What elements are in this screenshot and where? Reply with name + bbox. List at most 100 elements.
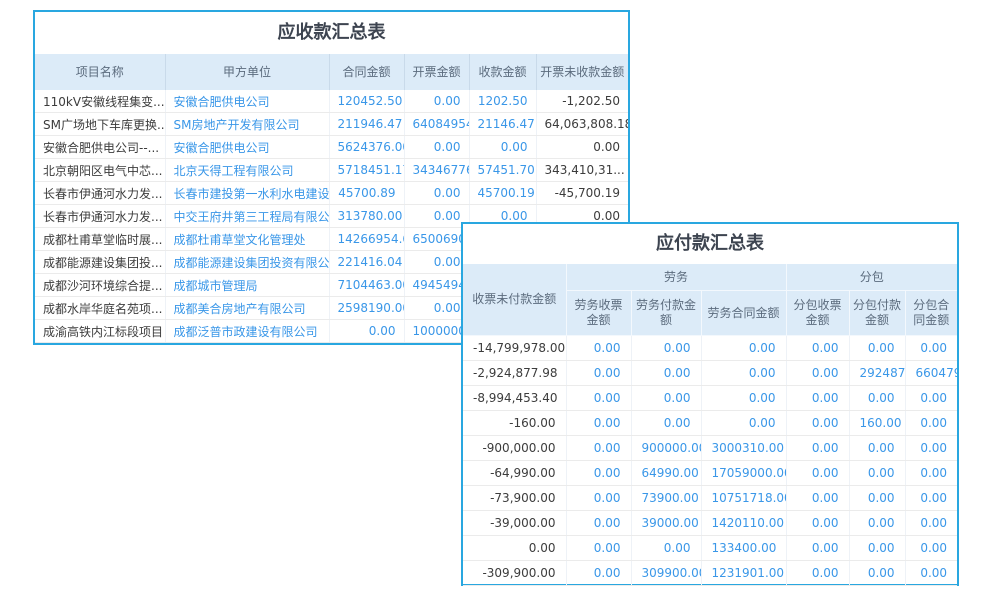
project-name-cell: 安徽合肥供电公司--...	[35, 136, 165, 159]
labor-invoice-cell: 0.00	[566, 536, 631, 561]
header-subcontract-contract-amount: 分包合同金额	[905, 291, 957, 336]
client-name-link[interactable]: 安徽合肥供电公司	[165, 136, 329, 159]
receivables-title: 应收款汇总表	[35, 12, 628, 54]
table-row: 110kV安徽线程集变...安徽合肥供电公司120452.500.001202.…	[35, 90, 628, 113]
client-name-link[interactable]: 成都美合房地产有限公司	[165, 297, 329, 320]
client-name-link[interactable]: 成都泛普市政建设有限公司	[165, 320, 329, 343]
contract-amount-cell: 5624376.00	[329, 136, 404, 159]
subcontract-payment-cell: 0.00	[849, 561, 905, 586]
received-amount-cell: 57451.70	[469, 159, 536, 182]
subcontract-contract-cell: 0.00	[905, 411, 957, 436]
subcontract-payment-cell: 2924877	[849, 361, 905, 386]
contract-amount-cell: 211946.47	[329, 113, 404, 136]
labor-contract-cell: 0.00	[701, 361, 786, 386]
invoiced-unreceived-cell: -45,700.19	[536, 182, 628, 205]
labor-invoice-cell: 0.00	[566, 461, 631, 486]
payables-table-body: -14,799,978.000.000.000.000.000.000.00-2…	[463, 336, 957, 586]
labor-invoice-cell: 0.00	[566, 511, 631, 536]
labor-contract-cell: 0.00	[701, 336, 786, 361]
payables-summary-panel: 应付款汇总表 收票未付款金额 劳务 分包 劳务收票金额 劳务付款金额 劳务合同金…	[461, 222, 959, 586]
labor-invoice-cell: 0.00	[566, 336, 631, 361]
client-name-link[interactable]: 北京天得工程有限公司	[165, 159, 329, 182]
labor-payment-cell: 39000.00	[631, 511, 701, 536]
header-labor-payment-amount: 劳务付款金额	[631, 291, 701, 336]
header-subcontract-invoice-amount: 分包收票金额	[786, 291, 849, 336]
labor-payment-cell: 0.00	[631, 336, 701, 361]
subcontract-invoice-cell: 0.00	[786, 486, 849, 511]
invoiced-amount-cell: 49454945.	[404, 274, 469, 297]
table-row: -14,799,978.000.000.000.000.000.000.00	[463, 336, 957, 361]
contract-amount-cell: 7104463.00	[329, 274, 404, 297]
header-invoiced-amount: 开票金额	[404, 54, 469, 90]
table-row: 0.000.000.00133400.000.000.000.00	[463, 536, 957, 561]
table-row: 安徽合肥供电公司--...安徽合肥供电公司5624376.000.000.000…	[35, 136, 628, 159]
table-row: -8,994,453.400.000.000.000.000.000.00	[463, 386, 957, 411]
client-name-link[interactable]: 成都能源建设集团投资有限公司	[165, 251, 329, 274]
header-contract-amount: 合同金额	[329, 54, 404, 90]
subcontract-contract-cell: 0.00	[905, 336, 957, 361]
client-name-link[interactable]: 安徽合肥供电公司	[165, 90, 329, 113]
header-group-labor: 劳务	[566, 264, 786, 291]
subcontract-contract-cell: 0.00	[905, 536, 957, 561]
table-row: -309,900.000.00309900.001231901.000.000.…	[463, 561, 957, 586]
client-name-link[interactable]: 成都杜甫草堂文化管理处	[165, 228, 329, 251]
unpaid-invoice-amount-cell: -39,000.00	[463, 511, 566, 536]
contract-amount-cell: 313780.00	[329, 205, 404, 228]
subcontract-invoice-cell: 0.00	[786, 536, 849, 561]
table-row: -160.000.000.000.000.00160.000.00	[463, 411, 957, 436]
client-name-link[interactable]: 长春市建投第一水利水电建设有限	[165, 182, 329, 205]
project-name-cell: 成都水岸华庭名苑项...	[35, 297, 165, 320]
project-name-cell: 成都沙河环境综合提...	[35, 274, 165, 297]
subcontract-invoice-cell: 0.00	[786, 561, 849, 586]
labor-contract-cell: 1420110.00	[701, 511, 786, 536]
header-received-amount: 收款金额	[469, 54, 536, 90]
invoiced-amount-cell: 0.00	[404, 251, 469, 274]
subcontract-invoice-cell: 0.00	[786, 461, 849, 486]
table-row: -2,924,877.980.000.000.000.0029248776604…	[463, 361, 957, 386]
subcontract-contract-cell: 0.00	[905, 436, 957, 461]
subcontract-payment-cell: 0.00	[849, 436, 905, 461]
subcontract-contract-cell: 0.00	[905, 486, 957, 511]
received-amount-cell: 21146.47	[469, 113, 536, 136]
invoiced-unreceived-cell: 343,410,31...	[536, 159, 628, 182]
subcontract-contract-cell: 0.00	[905, 461, 957, 486]
table-row: -39,000.000.0039000.001420110.000.000.00…	[463, 511, 957, 536]
contract-amount-cell: 2598190.00	[329, 297, 404, 320]
header-subcontract-payment-amount: 分包付款金额	[849, 291, 905, 336]
invoiced-amount-cell: 0.00	[404, 136, 469, 159]
invoiced-amount-cell: 0.00	[404, 205, 469, 228]
project-name-cell: 110kV安徽线程集变...	[35, 90, 165, 113]
subcontract-invoice-cell: 0.00	[786, 511, 849, 536]
subcontract-contract-cell: 0.00	[905, 511, 957, 536]
invoiced-amount-cell: 10000000.	[404, 320, 469, 343]
project-name-cell: 长春市伊通河水力发...	[35, 182, 165, 205]
client-name-link[interactable]: 中交王府井第三工程局有限公司	[165, 205, 329, 228]
labor-invoice-cell: 0.00	[566, 561, 631, 586]
contract-amount-cell: 0.00	[329, 320, 404, 343]
subcontract-payment-cell: 0.00	[849, 336, 905, 361]
invoiced-amount-cell: 65006909.	[404, 228, 469, 251]
contract-amount-cell: 14266954.67	[329, 228, 404, 251]
labor-payment-cell: 309900.00	[631, 561, 701, 586]
invoiced-unreceived-cell: 64,063,808.18	[536, 113, 628, 136]
table-row: -900,000.000.00900000.003000310.000.000.…	[463, 436, 957, 461]
subcontract-invoice-cell: 0.00	[786, 361, 849, 386]
payables-table: 收票未付款金额 劳务 分包 劳务收票金额 劳务付款金额 劳务合同金额 分包收票金…	[463, 264, 957, 586]
unpaid-invoice-amount-cell: -160.00	[463, 411, 566, 436]
unpaid-invoice-amount-cell: 0.00	[463, 536, 566, 561]
labor-payment-cell: 0.00	[631, 361, 701, 386]
received-amount-cell: 0.00	[469, 136, 536, 159]
labor-payment-cell: 0.00	[631, 411, 701, 436]
client-name-link[interactable]: 成都城市管理局	[165, 274, 329, 297]
labor-payment-cell: 0.00	[631, 386, 701, 411]
invoiced-amount-cell: 64084954.6	[404, 113, 469, 136]
header-labor-contract-amount: 劳务合同金额	[701, 291, 786, 336]
labor-contract-cell: 0.00	[701, 386, 786, 411]
unpaid-invoice-amount-cell: -73,900.00	[463, 486, 566, 511]
client-name-link[interactable]: SM房地产开发有限公司	[165, 113, 329, 136]
subcontract-payment-cell: 0.00	[849, 386, 905, 411]
invoiced-unreceived-cell: -1,202.50	[536, 90, 628, 113]
labor-contract-cell: 10751718.00	[701, 486, 786, 511]
invoiced-amount-cell: 0.00	[404, 182, 469, 205]
subcontract-payment-cell: 160.00	[849, 411, 905, 436]
